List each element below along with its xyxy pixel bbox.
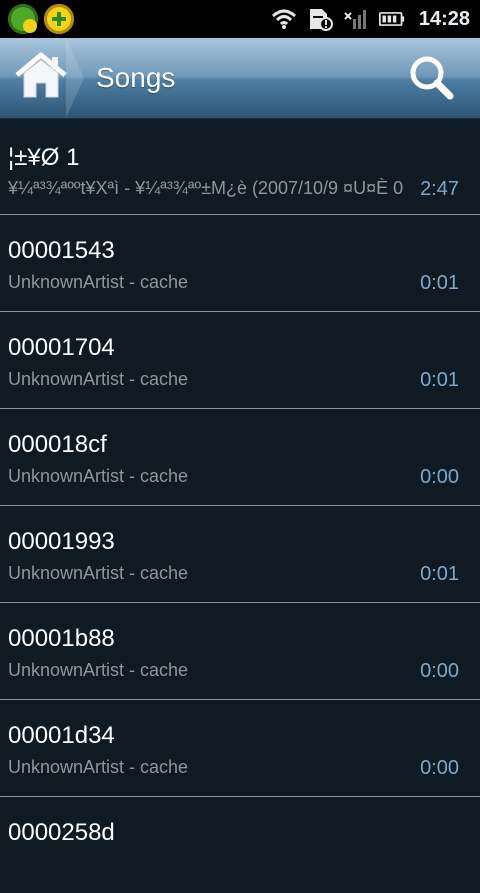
song-title: 00001b88 bbox=[8, 625, 115, 652]
song-title: ¦±¥Ø 1 bbox=[8, 144, 80, 171]
status-bar: 14:28 bbox=[0, 0, 480, 38]
search-icon bbox=[408, 54, 454, 104]
no-signal-icon bbox=[343, 8, 369, 30]
search-button[interactable] bbox=[406, 54, 456, 104]
song-duration: 0:00 bbox=[412, 757, 459, 780]
home-button[interactable] bbox=[0, 38, 84, 118]
song-duration: 0:01 bbox=[412, 272, 459, 295]
song-subtitle: UnknownArtist - cache bbox=[8, 272, 189, 292]
list-item[interactable]: 0000258d bbox=[0, 797, 480, 893]
song-title: 00001543 bbox=[8, 237, 115, 264]
clock: 14:28 bbox=[418, 7, 470, 30]
song-duration: 0:01 bbox=[412, 369, 459, 392]
song-title: 000018cf bbox=[8, 431, 107, 458]
title-bar: Songs bbox=[0, 38, 480, 119]
song-title: 00001993 bbox=[8, 528, 115, 555]
sd-card-warning-icon bbox=[307, 8, 333, 31]
song-duration: 2:47 bbox=[412, 178, 459, 201]
song-subtitle: UnknownArtist - cache bbox=[8, 466, 189, 486]
home-icon bbox=[13, 51, 69, 105]
list-item[interactable]: 000018cf UnknownArtist - cache 0:00 bbox=[0, 409, 480, 506]
list-item[interactable]: 00001993 UnknownArtist - cache 0:01 bbox=[0, 506, 480, 603]
song-title: 0000258d bbox=[8, 819, 115, 846]
page-title: Songs bbox=[96, 62, 176, 93]
list-item[interactable]: 00001543 UnknownArtist - cache 0:01 bbox=[0, 215, 480, 312]
list-item[interactable]: ¦±¥Ø 1 ¥¼ª³¾ªººt¥Xªì - ¥¼ª³¾ªº±M¿è (2007… bbox=[0, 118, 480, 215]
list-item[interactable]: 00001b88 UnknownArtist - cache 0:00 bbox=[0, 603, 480, 700]
song-subtitle: UnknownArtist - cache bbox=[8, 757, 189, 777]
song-duration: 0:01 bbox=[412, 563, 459, 586]
battery-icon bbox=[378, 8, 405, 30]
list-item[interactable]: 00001d34 UnknownArtist - cache 0:00 bbox=[0, 700, 480, 797]
list-item[interactable]: 00001704 UnknownArtist - cache 0:01 bbox=[0, 312, 480, 409]
security-shield-app-icon[interactable] bbox=[8, 4, 38, 34]
song-title: 00001d34 bbox=[8, 722, 115, 749]
song-list: ¦±¥Ø 1 ¥¼ª³¾ªººt¥Xªì - ¥¼ª³¾ªº±M¿è (2007… bbox=[0, 118, 480, 893]
song-duration: 0:00 bbox=[412, 660, 459, 683]
plus-app-icon[interactable] bbox=[44, 4, 74, 34]
song-title: 00001704 bbox=[8, 334, 115, 361]
song-subtitle: ¥¼ª³¾ªººt¥Xªì - ¥¼ª³¾ªº±M¿è (2007/10/9 ¤… bbox=[8, 178, 404, 198]
song-subtitle: UnknownArtist - cache bbox=[8, 563, 189, 583]
song-duration: 0:00 bbox=[412, 466, 459, 489]
wifi-icon bbox=[271, 8, 297, 30]
song-subtitle: UnknownArtist - cache bbox=[8, 660, 189, 680]
song-subtitle: UnknownArtist - cache bbox=[8, 369, 189, 389]
